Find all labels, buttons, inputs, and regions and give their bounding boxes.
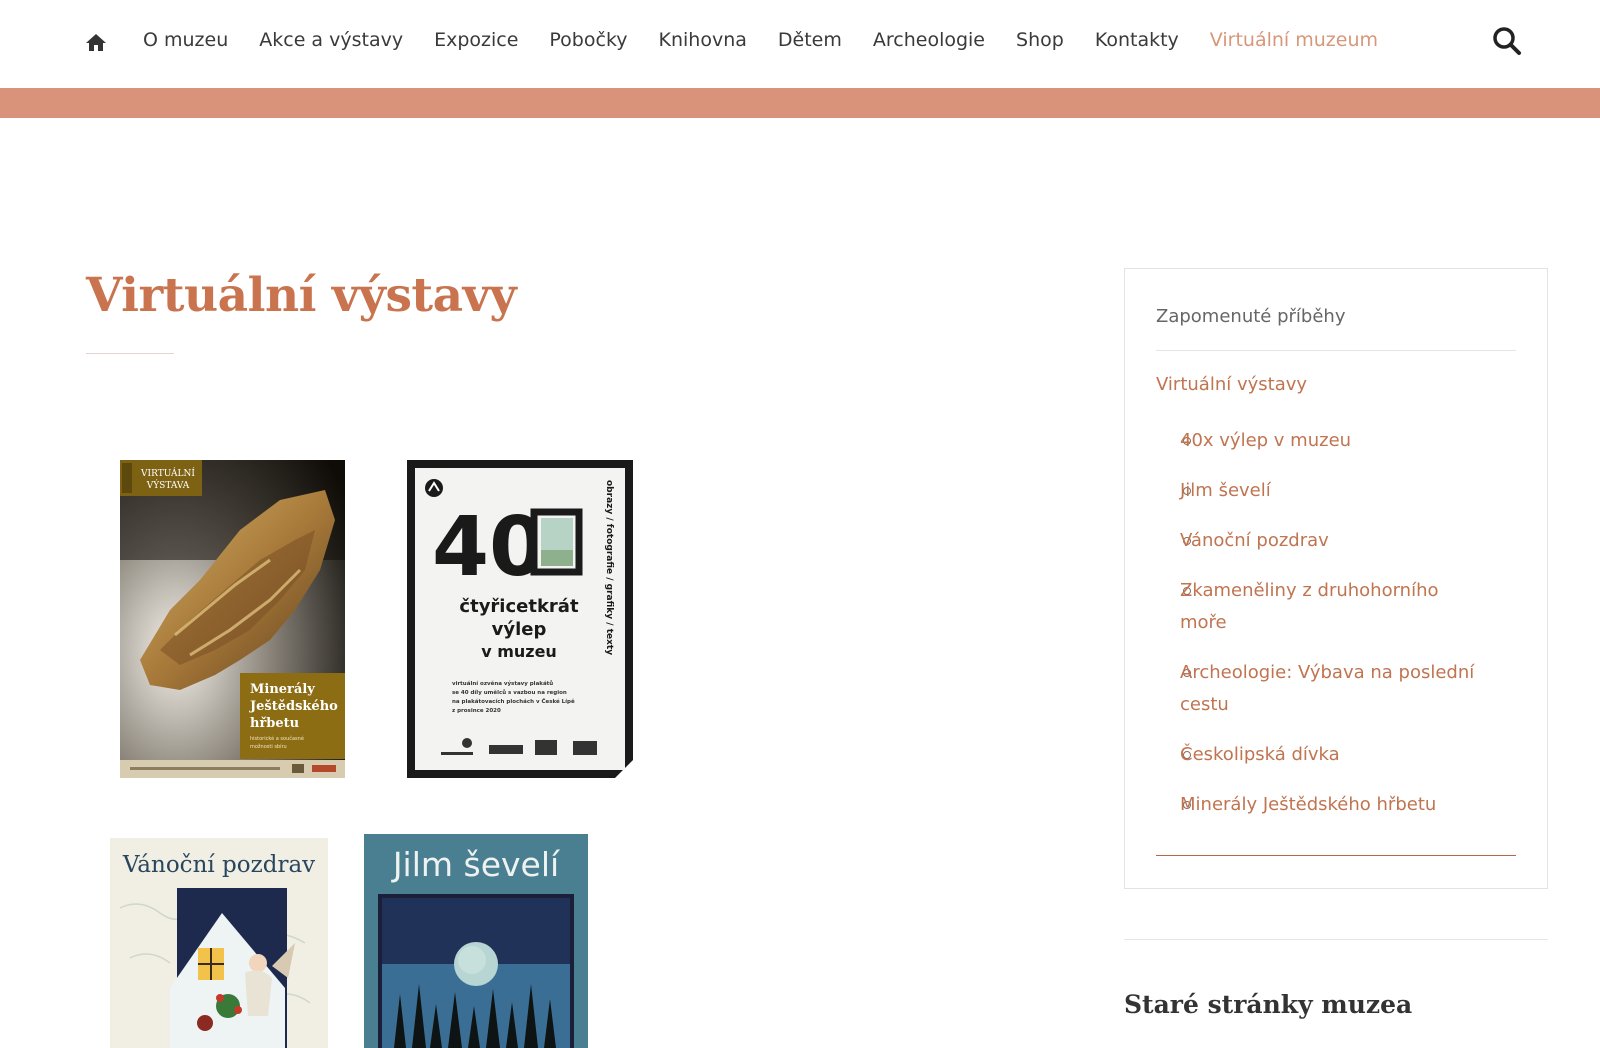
mineraly-poster-image: VIRTUÁLNÍ VÝSTAVA Minerály Ještědského h… (120, 460, 345, 778)
nav-item-o-muzeu[interactable]: O muzeu (143, 29, 228, 51)
sidebar-subitem-40x-vylep[interactable]: 40x výlep v muzeu (1180, 425, 1510, 457)
poster-line-2: výlep (492, 619, 547, 640)
vanocni-poster-title: Vánoční pozdrav (122, 852, 315, 878)
sidebar-link-zapomenute-pribehy[interactable]: Zapomenuté příběhy (1156, 306, 1345, 327)
sidebar-subitem-jilm-seveli[interactable]: Jilm ševelí (1180, 475, 1510, 507)
nav-item-kontakty[interactable]: Kontakty (1095, 29, 1179, 51)
nav-item-detem[interactable]: Dětem (778, 29, 842, 51)
poster-small-1: virtuální ozvěna výstavy plakátů (452, 680, 553, 687)
nav-item-pobocky[interactable]: Pobočky (549, 29, 627, 51)
nav-item-virtualni-muzeum[interactable]: Virtuální muzeum (1210, 29, 1378, 51)
sidebar-link-virtualni-vystavy[interactable]: Virtuální výstavy (1156, 374, 1307, 395)
jilm-seveli-image: Jilm ševelí (364, 834, 588, 1048)
nav-item-akce-a-vystavy[interactable]: Akce a výstavy (259, 29, 403, 51)
nav-item-expozice[interactable]: Expozice (434, 29, 518, 51)
nav-item-shop[interactable]: Shop (1016, 29, 1064, 51)
sidebar-subitem-vanocni-pozdrav[interactable]: Vánoční pozdrav (1180, 525, 1510, 557)
big-number: 40 (432, 500, 546, 595)
caption-line-3: hřbetu (250, 716, 299, 731)
jilm-poster-title: Jilm ševelí (391, 845, 561, 884)
home-icon[interactable] (85, 32, 107, 52)
sidebar-subitem-mineraly[interactable]: Minerály Ještědského hřbetu (1180, 789, 1510, 821)
poster-line-1: čtyřicetkrát (459, 596, 579, 617)
search-icon[interactable] (1492, 26, 1522, 56)
badge-line-1: VIRTUÁLNÍ (140, 467, 195, 479)
accent-band (0, 88, 1600, 118)
sidebar-subitem-archeologie[interactable]: Archeologie: Výbava na poslední cestu (1180, 657, 1510, 721)
nav-item-archeologie[interactable]: Archeologie (873, 29, 985, 51)
exhibition-thumbnail-jilm-seveli[interactable]: Jilm ševelí (364, 834, 588, 1048)
poster-small-3: na plakátovacích plochách v České Lípě (452, 698, 575, 705)
sidebar-heading-old-pages: Staré stránky muzea (1124, 990, 1413, 1019)
page-title: Virtuální výstavy (86, 268, 517, 323)
sidebar-section-separator (1124, 939, 1548, 940)
sidebar-divider (1156, 350, 1516, 351)
exhibition-thumbnail-mineraly[interactable]: VIRTUÁLNÍ VÝSTAVA Minerály Ještědského h… (120, 460, 345, 778)
poster-small-4: z prosince 2020 (452, 708, 501, 714)
sidebar-subitem-ceskolipska-divka[interactable]: Českolipská dívka (1180, 739, 1510, 771)
sidebar-bottom-divider (1156, 855, 1516, 856)
vylep-poster-image: 40 čtyřicetkrát výlep v muzeu obrazy / f… (407, 460, 633, 778)
caption-sub-1: historické a současné (250, 735, 304, 742)
vanocni-pozdrav-image: Vánoční pozdrav (110, 838, 328, 1048)
badge-line-2: VÝSTAVA (146, 479, 190, 491)
exhibition-thumbnail-vanocni-pozdrav[interactable]: Vánoční pozdrav (110, 838, 328, 1048)
top-navigation: O muzeu Akce a výstavy Expozice Pobočky … (0, 0, 1600, 88)
exhibition-thumbnail-40x-vylep[interactable]: 40 čtyřicetkrát výlep v muzeu obrazy / f… (407, 460, 633, 778)
nav-item-knihovna[interactable]: Knihovna (659, 29, 747, 51)
poster-side-text: obrazy / fotografie / grafiky / texty (604, 480, 614, 655)
poster-small-2: se 40 díly umělců s vazbou na region (452, 689, 567, 696)
main-menu: O muzeu Akce a výstavy Expozice Pobočky … (143, 29, 1378, 51)
title-divider (86, 353, 174, 354)
sidebar-subitem-zkameneliny[interactable]: Zkameněliny z druhohorního moře (1180, 575, 1480, 639)
poster-line-3: v muzeu (481, 642, 557, 661)
caption-line-1: Minerály (250, 682, 315, 697)
caption-sub-2: možnosti sbíru (250, 743, 287, 750)
caption-line-2: Ještědského (249, 699, 338, 714)
